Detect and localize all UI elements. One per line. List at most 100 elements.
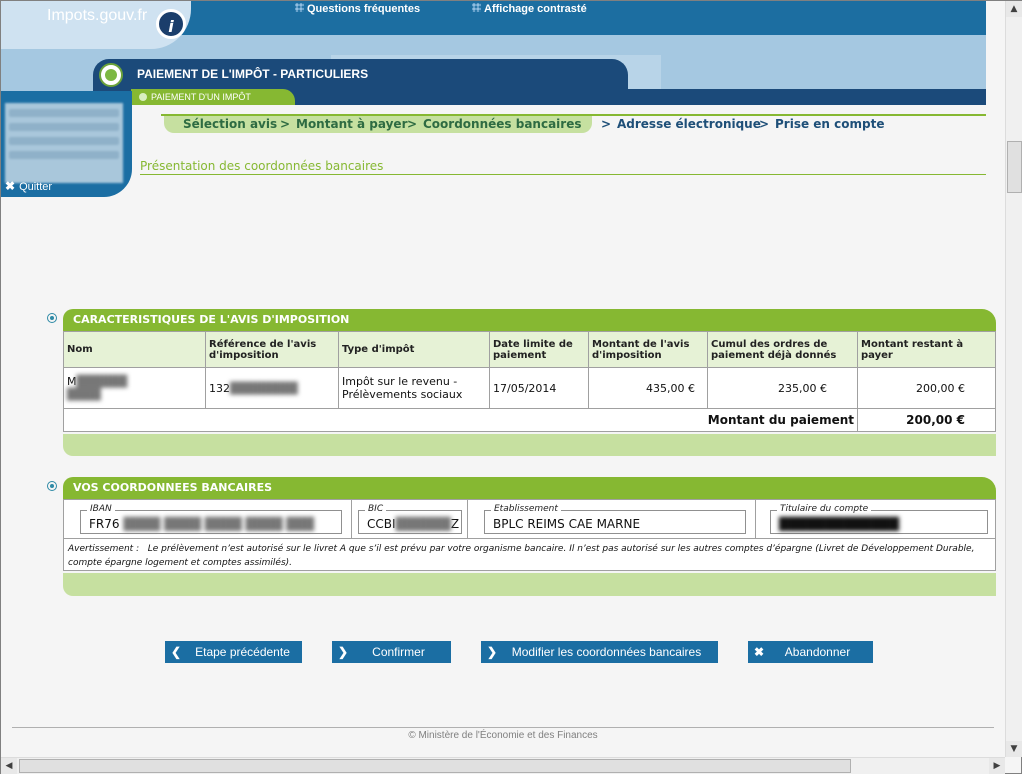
horizontal-scrollbar[interactable]: ◀ ▶ xyxy=(1,757,1005,774)
close-icon: ✖ xyxy=(754,645,765,659)
iban-prefix: FR76 xyxy=(89,517,120,531)
nom-cell: M██████ ████ xyxy=(63,367,206,409)
etab-field: Etablissement BPLC REIMS CAE MARNE xyxy=(484,504,746,534)
col-header: Type d'impôt xyxy=(338,331,490,368)
iban-value: FR76 ████ ████ ████ ████ ███ xyxy=(89,517,314,531)
titulaire-label: Titulaire du compte xyxy=(777,504,872,514)
col-header: Cumul des ordres de paiement déjà donnés xyxy=(707,331,858,368)
title-divider xyxy=(140,174,986,175)
bank-section-footer xyxy=(63,573,996,596)
redacted-text: ██████ xyxy=(395,517,451,531)
cancel-label: Abandonner xyxy=(784,645,851,659)
total-row: Montant du paiement 200,00 € xyxy=(63,408,996,432)
dots-icon xyxy=(472,3,481,12)
redacted-text: ████████ xyxy=(230,381,298,395)
titulaire-cell: Titulaire du compte █████████████ xyxy=(756,500,995,538)
page-title: Présentation des coordonnées bancaires xyxy=(140,159,384,173)
footer-divider xyxy=(12,727,994,728)
scroll-down-icon[interactable]: ▼ xyxy=(1006,741,1022,757)
previous-step-button[interactable]: ❮ Etape précédente xyxy=(165,641,302,663)
restant-cell: 200,00 € xyxy=(857,367,996,409)
quit-label: Quitter xyxy=(19,181,53,193)
contrast-link[interactable]: Affichage contrasté xyxy=(472,3,587,15)
date-cell: 17/05/2014 xyxy=(489,367,589,409)
bank-details: IBAN FR76 ████ ████ ████ ████ ███ BIC CC… xyxy=(63,499,996,571)
reference-value: 132 xyxy=(209,381,230,395)
breadcrumb-step: Coordonnées bancaires xyxy=(423,117,582,131)
cancel-button[interactable]: ✖ Abandonner xyxy=(748,641,873,663)
contrast-link-label: Affichage contrasté xyxy=(484,3,587,15)
faq-link[interactable]: Questions fréquentes xyxy=(295,3,420,15)
etab-value: BPLC REIMS CAE MARNE xyxy=(493,517,641,531)
total-value: 200,00 € xyxy=(857,408,996,432)
cumul-cell: 235,00 € xyxy=(707,367,858,409)
warning-text: Avertissement : Le prélèvement n’est aut… xyxy=(64,538,995,570)
scroll-thumb[interactable] xyxy=(1007,141,1022,193)
scroll-thumb[interactable] xyxy=(19,759,851,773)
redacted-text: ████ ████ ████ ████ ███ xyxy=(123,517,314,531)
iban-label: IBAN xyxy=(87,504,115,514)
breadcrumb-sep: > xyxy=(601,117,612,131)
chevron-left-icon: ❮ xyxy=(171,645,182,659)
section-logo-icon xyxy=(99,63,123,87)
page: Impots.gouv.fr i Questions fréquentes Af… xyxy=(1,1,1005,756)
total-label: Montant du paiement xyxy=(63,408,858,432)
table-row: M██████ ████ 132████████ Impôt sur le rev… xyxy=(63,367,996,409)
col-header: Référence de l'avis d'imposition xyxy=(205,331,339,368)
redacted-text: █████████████ xyxy=(779,517,899,531)
avis-section-footer xyxy=(63,434,996,456)
site-logo[interactable]: Impots.gouv.fr xyxy=(47,7,147,25)
title-bar: PAIEMENT DE L'IMPÔT - PARTICULIERS PAIEM… xyxy=(93,59,986,105)
chevron-right-icon: ❯ xyxy=(487,645,498,659)
bic-cell: BIC CCBI██████Z xyxy=(352,500,468,538)
bic-label: BIC xyxy=(365,504,387,514)
breadcrumb-sep: > xyxy=(407,117,418,131)
quit-link[interactable]: ✖ Quitter xyxy=(5,179,52,193)
iban-field: IBAN FR76 ████ ████ ████ ████ ███ xyxy=(80,504,342,534)
montant-cell: 435,00 € xyxy=(588,367,708,409)
scroll-left-icon[interactable]: ◀ xyxy=(1,758,17,774)
modify-bank-button[interactable]: ❯ Modifier les coordonnées bancaires xyxy=(481,641,718,663)
bic-field: BIC CCBI██████Z xyxy=(358,504,462,534)
breadcrumb-step: Prise en compte xyxy=(775,117,885,131)
reference-cell: 132████████ xyxy=(205,367,339,409)
scroll-up-icon[interactable]: ▲ xyxy=(1006,1,1022,17)
breadcrumb-sep: > xyxy=(280,117,291,131)
breadcrumb-step: Sélection avis xyxy=(183,117,278,131)
warning-body: Le prélèvement n’est autorisé sur le liv… xyxy=(68,544,975,568)
type-cell: Impôt sur le revenu - Prélèvements socia… xyxy=(338,367,490,409)
breadcrumb-sep: > xyxy=(759,117,770,131)
bic-value: CCBI██████Z xyxy=(367,517,459,531)
bic-suffix: Z xyxy=(450,517,460,531)
breadcrumb-step: Adresse électronique xyxy=(617,117,761,131)
info-icon[interactable]: i xyxy=(156,9,186,39)
etab-cell: Etablissement BPLC REIMS CAE MARNE xyxy=(468,500,756,538)
bank-section-header: VOS COORDONNEES BANCAIRES xyxy=(63,477,996,499)
warning-label: Avertissement : xyxy=(68,544,140,554)
vertical-scrollbar[interactable]: ▲ ▼ xyxy=(1005,1,1022,757)
dots-icon xyxy=(295,3,304,12)
col-header: Montant de l'avis d'imposition xyxy=(588,331,708,368)
subtab-paiement[interactable]: PAIEMENT D'UN IMPÔT xyxy=(131,89,295,105)
avis-section-header: CARACTERISTIQUES DE L'AVIS D'IMPOSITION xyxy=(63,309,996,331)
chevron-right-icon: ❯ xyxy=(338,645,349,659)
redacted-text: ██████ ████ xyxy=(67,375,128,401)
user-panel: ✖ Quitter xyxy=(1,91,132,197)
confirm-button[interactable]: ❯ Confirmer xyxy=(332,641,451,663)
col-header: Nom xyxy=(63,331,206,368)
breadcrumb-step: Montant à payer xyxy=(296,117,408,131)
iban-cell: IBAN FR76 ████ ████ ████ ████ ███ xyxy=(64,500,352,538)
page-heading: PAIEMENT DE L'IMPÔT - PARTICULIERS xyxy=(137,67,369,81)
logo-area: Impots.gouv.fr i xyxy=(1,1,191,49)
scroll-right-icon[interactable]: ▶ xyxy=(989,758,1005,774)
titulaire-field: Titulaire du compte █████████████ xyxy=(770,504,988,534)
user-info-redacted xyxy=(5,103,123,183)
bullet-icon xyxy=(47,313,57,323)
close-icon: ✖ xyxy=(5,179,16,193)
avis-table: Nom Référence de l'avis d'imposition Typ… xyxy=(63,331,996,432)
col-header: Montant restant à payer xyxy=(857,331,996,368)
col-header: Date limite de paiement xyxy=(489,331,589,368)
previous-step-label: Etape précédente xyxy=(195,645,290,659)
nom-value: M xyxy=(67,375,77,388)
faq-link-label: Questions fréquentes xyxy=(307,3,421,15)
